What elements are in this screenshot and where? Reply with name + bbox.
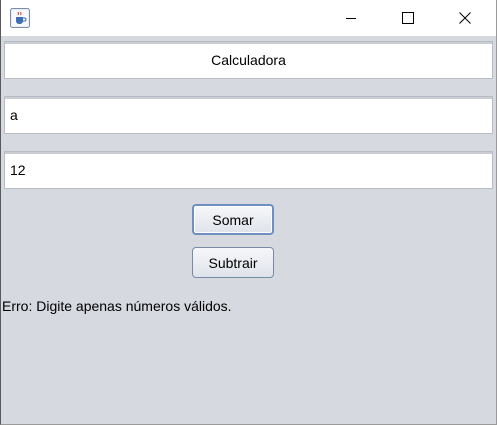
maximize-icon — [402, 12, 414, 24]
first-number-value: a — [10, 107, 18, 123]
title-field: Calculadora — [4, 41, 493, 79]
error-message: Erro: Digite apenas números válidos. — [2, 298, 232, 314]
subtract-button[interactable]: Subtrair — [192, 247, 274, 278]
second-number-input[interactable]: 12 — [4, 151, 493, 189]
second-number-value: 12 — [10, 162, 26, 178]
first-number-input[interactable]: a — [4, 96, 493, 134]
maximize-button[interactable] — [385, 0, 431, 36]
title-bar[interactable] — [1, 0, 496, 36]
content-panel: Calculadora a 12 Somar Subtrair Erro: Di… — [1, 37, 496, 424]
close-icon — [459, 12, 471, 24]
minimize-icon — [346, 18, 356, 19]
minimize-button[interactable] — [328, 0, 374, 36]
title-label: Calculadora — [211, 52, 286, 68]
calculator-window: Calculadora a 12 Somar Subtrair Erro: Di… — [0, 0, 497, 425]
close-button[interactable] — [442, 0, 488, 36]
add-button[interactable]: Somar — [192, 204, 274, 235]
java-coffee-cup-icon[interactable] — [10, 8, 30, 28]
